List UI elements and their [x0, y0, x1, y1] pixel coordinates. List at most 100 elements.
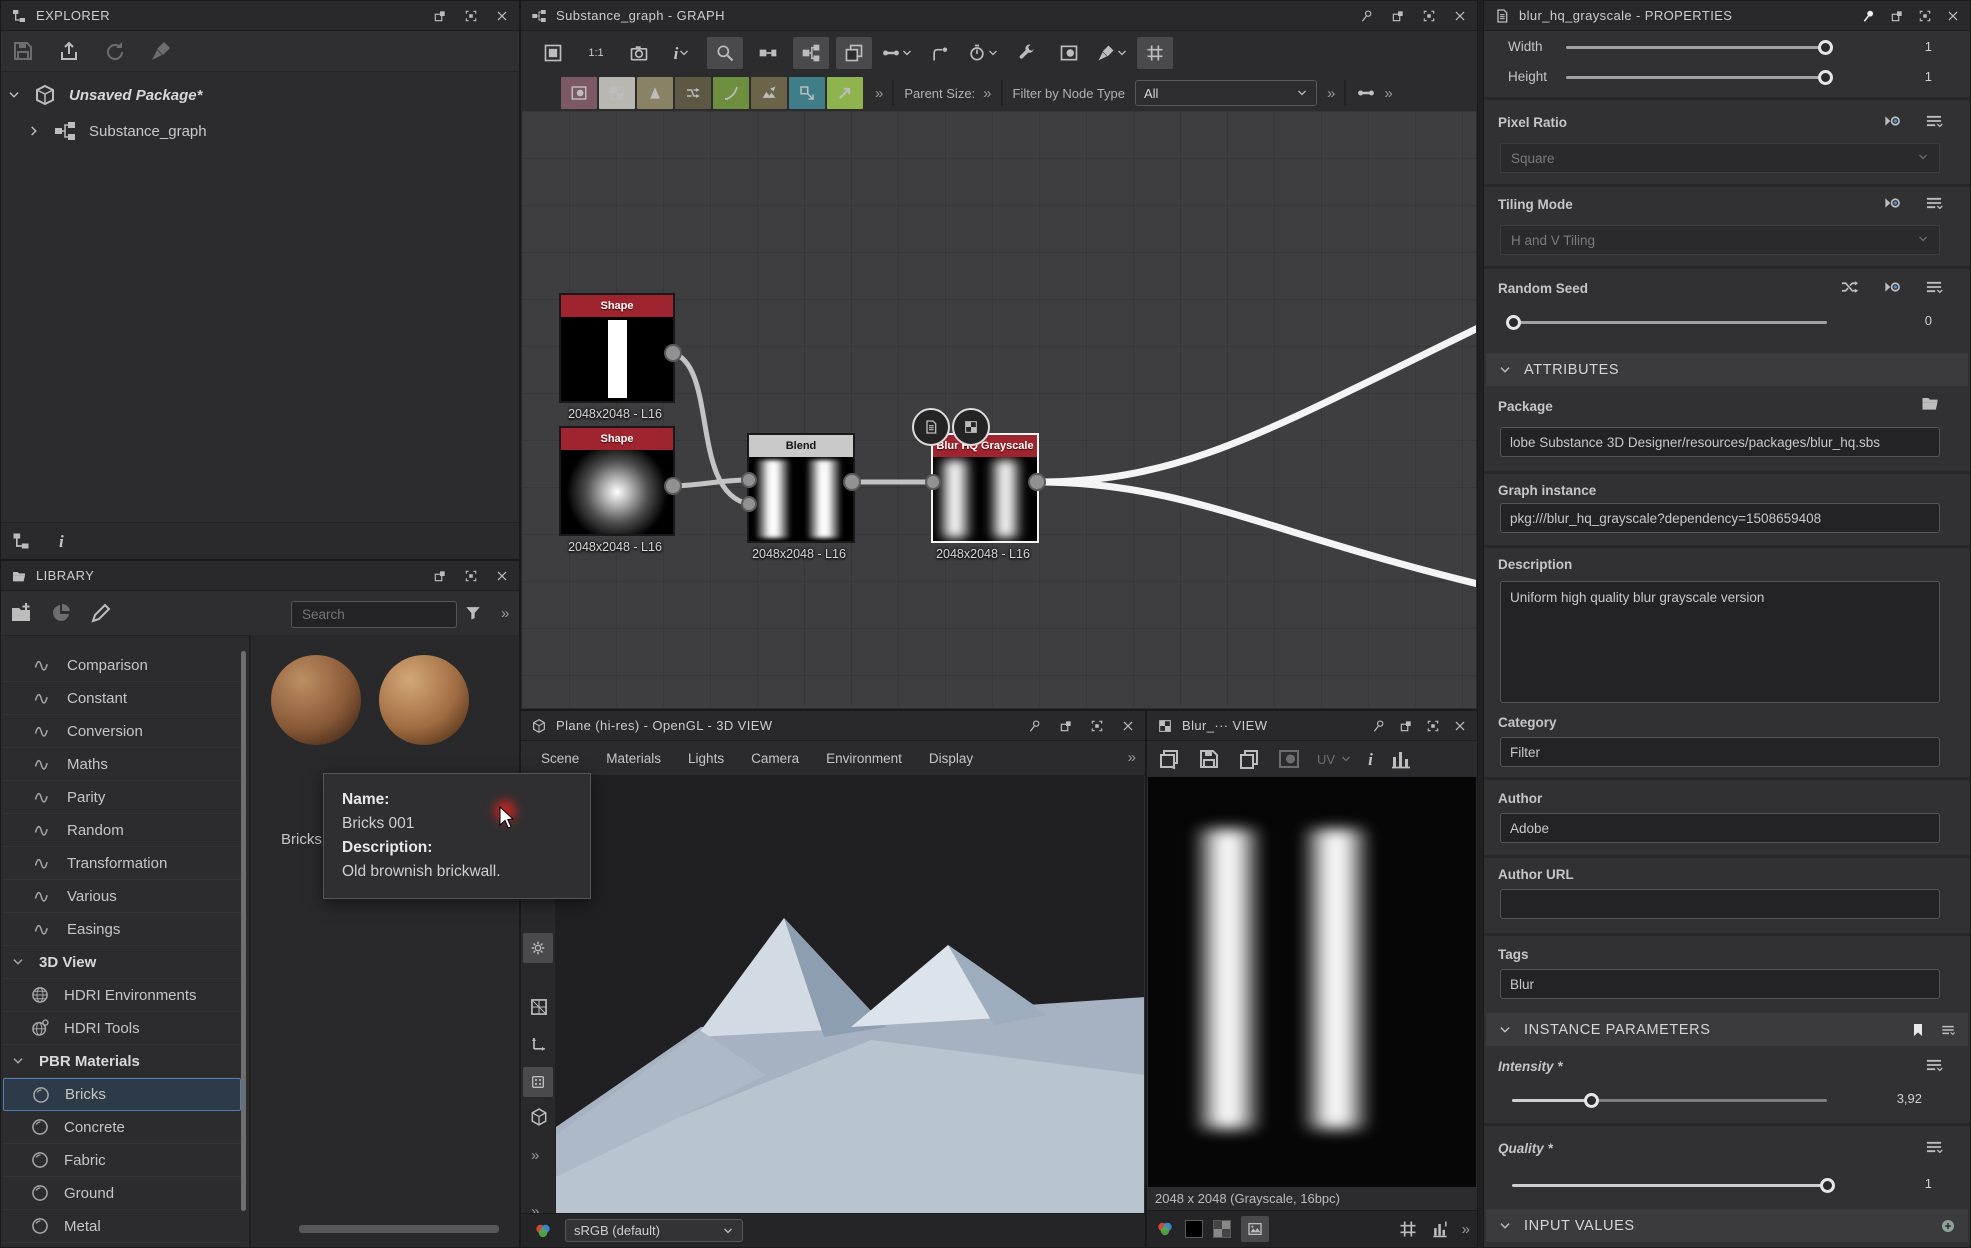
- search-input[interactable]: [300, 606, 448, 623]
- quality-slider[interactable]: [1512, 1184, 1827, 1187]
- parameter-menu-icon[interactable]: [1924, 111, 1944, 131]
- add-input-icon[interactable]: [1940, 1218, 1956, 1234]
- parent-size-chevrons[interactable]: »: [983, 85, 990, 102]
- explorer-tab-info-icon[interactable]: i: [59, 533, 64, 550]
- edit-icon[interactable]: [89, 601, 113, 625]
- instance-parameters-section-header[interactable]: INSTANCE PARAMETERS: [1486, 1013, 1968, 1046]
- menu-camera[interactable]: Camera: [751, 751, 799, 766]
- width-slider-handle[interactable]: [1818, 40, 1833, 55]
- overflow-chevrons[interactable]: »: [1384, 85, 1391, 102]
- save-image-icon[interactable]: [1197, 747, 1221, 771]
- random-view-button[interactable]: [523, 1067, 553, 1097]
- reload-image-icon[interactable]: [1277, 747, 1301, 771]
- maximize-icon[interactable]: [1090, 719, 1104, 733]
- library-item-ground[interactable]: Ground: [3, 1177, 241, 1210]
- histogram-icon[interactable]: [1389, 747, 1413, 771]
- pin-icon[interactable]: [1372, 719, 1386, 733]
- uv-toggle[interactable]: UV: [1317, 752, 1352, 767]
- connector-button[interactable]: [922, 37, 958, 69]
- colorspace-select[interactable]: sRGB (default): [565, 1219, 743, 1242]
- curve-filter-button[interactable]: [713, 77, 749, 109]
- search-box[interactable]: [291, 601, 457, 628]
- library-item-comparison[interactable]: Comparison: [3, 649, 241, 682]
- overflow-chevrons[interactable]: »: [1462, 1221, 1469, 1238]
- library-item-concrete[interactable]: Concrete: [3, 1111, 241, 1144]
- background-swatch[interactable]: [1185, 1220, 1203, 1238]
- menu-scene[interactable]: Scene: [541, 751, 579, 766]
- shuffle-icon[interactable]: [1839, 277, 1859, 297]
- close-icon[interactable]: [1121, 719, 1135, 733]
- random-seed-handle[interactable]: [1506, 315, 1521, 330]
- library-item-transformation[interactable]: Transformation: [3, 847, 241, 880]
- asset-thumbnail-bricks-001[interactable]: [271, 655, 361, 745]
- author-url-input[interactable]: [1500, 889, 1940, 919]
- quality-handle[interactable]: [1820, 1178, 1835, 1193]
- library-item-fabric[interactable]: Fabric: [3, 1144, 241, 1177]
- filter-icon[interactable]: [463, 603, 483, 623]
- maximize-icon[interactable]: [464, 569, 478, 583]
- uv-grid-button[interactable]: [529, 997, 549, 1017]
- library-scrollbar[interactable]: [241, 651, 246, 1211]
- float-window-icon[interactable]: [433, 569, 447, 583]
- connection-icon[interactable]: [1356, 83, 1376, 103]
- pin-icon[interactable]: [1862, 9, 1876, 23]
- category-input[interactable]: Filter: [1500, 737, 1940, 767]
- atlas-filter-button[interactable]: [637, 77, 673, 109]
- close-icon[interactable]: [1946, 9, 1960, 23]
- switch-filter-button[interactable]: [675, 77, 711, 109]
- tree-item-package[interactable]: Unsaved Package*: [7, 83, 202, 107]
- expose-parameter-icon[interactable]: [1882, 277, 1902, 297]
- graph-node-blend[interactable]: Blend: [747, 433, 855, 543]
- search-button[interactable]: [707, 37, 743, 69]
- levels-icon[interactable]: [1430, 1219, 1450, 1239]
- expose-parameter-icon[interactable]: [1882, 193, 1902, 213]
- info-icon[interactable]: i: [1368, 751, 1373, 768]
- library-item-easings[interactable]: Easings: [3, 913, 241, 946]
- width-slider[interactable]: [1566, 46, 1824, 49]
- layers-view-button[interactable]: [836, 37, 872, 69]
- clean-graph-button[interactable]: [1094, 37, 1130, 69]
- pin-icon[interactable]: [1360, 9, 1374, 23]
- view3d-viewport[interactable]: [556, 775, 1144, 1214]
- channels-icon[interactable]: [1155, 1219, 1175, 1239]
- library-item-metal[interactable]: Metal: [3, 1210, 241, 1243]
- explorer-tab-tree-icon[interactable]: [11, 531, 31, 551]
- float-window-icon[interactable]: [1399, 719, 1413, 733]
- float-window-icon[interactable]: [433, 9, 447, 23]
- overflow-chevrons[interactable]: »: [501, 605, 508, 622]
- tree-item-graph[interactable]: Substance_graph: [27, 119, 207, 143]
- package-input[interactable]: lobe Substance 3D Designer/resources/pac…: [1500, 427, 1940, 457]
- tiling-mode-select[interactable]: H and V Tiling: [1500, 225, 1940, 255]
- zoom-actual-button[interactable]: 1:1: [578, 37, 614, 69]
- transform-filter-button[interactable]: [789, 77, 825, 109]
- library-item-bricks[interactable]: Bricks: [3, 1078, 241, 1111]
- node-badge-document-icon[interactable]: [912, 408, 950, 446]
- parameter-menu-icon[interactable]: [1924, 193, 1944, 213]
- close-icon[interactable]: [495, 569, 509, 583]
- description-input[interactable]: Uniform high quality blur grayscale vers…: [1500, 581, 1940, 703]
- close-icon[interactable]: [1453, 719, 1467, 733]
- height-slider-handle[interactable]: [1818, 70, 1833, 85]
- new-folder-icon[interactable]: [9, 601, 33, 625]
- close-icon[interactable]: [495, 9, 509, 23]
- close-icon[interactable]: [1453, 9, 1467, 23]
- intensity-handle[interactable]: [1584, 1093, 1599, 1108]
- transform-axis-button[interactable]: [529, 1033, 549, 1053]
- tags-input[interactable]: Blur: [1500, 969, 1940, 999]
- checker-swatch[interactable]: [1213, 1220, 1231, 1238]
- clean-icon[interactable]: [149, 39, 173, 63]
- link-mode-button[interactable]: [750, 37, 786, 69]
- attributes-section-header[interactable]: ATTRIBUTES: [1486, 353, 1968, 386]
- graph-node-blur-hq-grayscale[interactable]: Blur HQ Grayscale: [931, 433, 1039, 543]
- parameter-menu-icon[interactable]: [1924, 277, 1944, 297]
- float-window-icon[interactable]: [1890, 9, 1904, 23]
- preset-icon[interactable]: [1910, 1022, 1926, 1038]
- gradient-filter-button[interactable]: [751, 77, 787, 109]
- tiling-icon[interactable]: [1398, 1219, 1418, 1239]
- menu-lights[interactable]: Lights: [688, 751, 724, 766]
- library-item-maths[interactable]: Maths: [3, 748, 241, 781]
- overflow-chevrons[interactable]: »: [875, 85, 882, 102]
- info-button[interactable]: i: [664, 37, 700, 69]
- image-display-button[interactable]: [1241, 1216, 1269, 1242]
- library-item-constant[interactable]: Constant: [3, 682, 241, 715]
